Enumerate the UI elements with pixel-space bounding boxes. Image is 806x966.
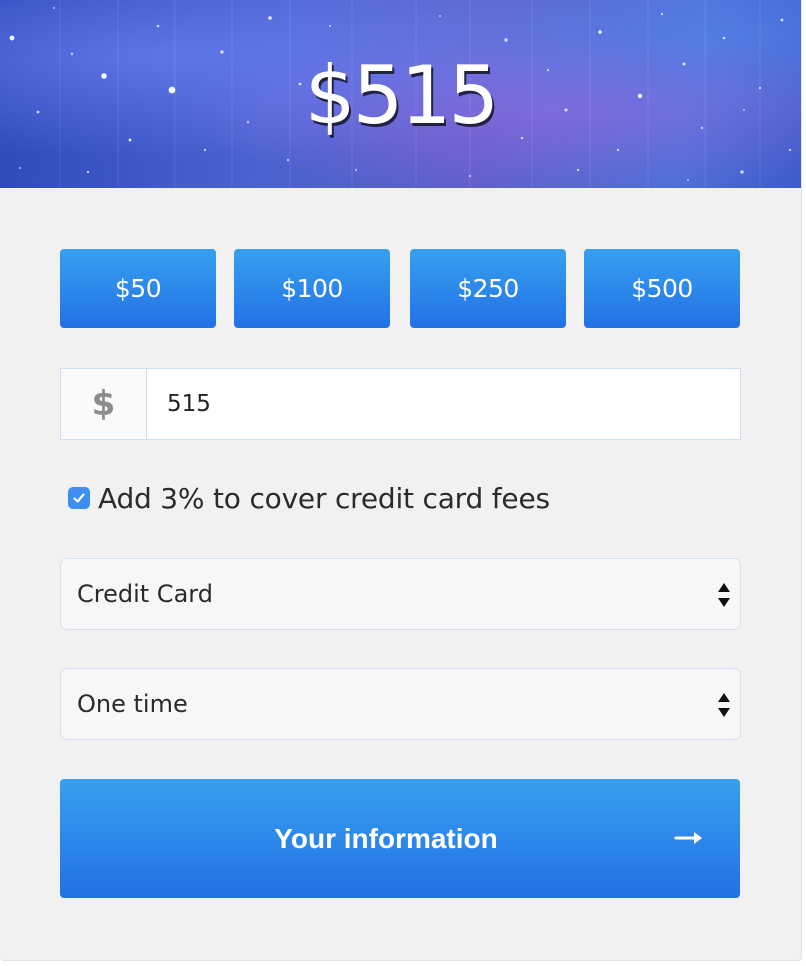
amount-field-group: $: [60, 368, 747, 440]
your-information-button[interactable]: Your information: [60, 779, 740, 898]
cover-fees-label: Add 3% to cover credit card fees: [98, 481, 550, 515]
preset-100-button[interactable]: $100: [234, 249, 390, 328]
donation-form: $515 $50 $100 $250 $500 $ Add 3% to cove…: [0, 0, 802, 961]
preset-50-button[interactable]: $50: [60, 249, 216, 328]
arrow-right-icon: [674, 832, 702, 844]
frequency-select[interactable]: One time: [60, 668, 741, 740]
your-information-label: Your information: [274, 823, 498, 854]
frequency-value: One time: [77, 690, 188, 718]
hero-banner: $515: [0, 0, 801, 188]
hero-amount: $515: [304, 49, 500, 142]
payment-method-select[interactable]: Credit Card: [60, 558, 741, 630]
payment-method-value: Credit Card: [77, 580, 213, 608]
currency-symbol: $: [61, 369, 147, 439]
cover-fees-option: Add 3% to cover credit card fees: [68, 478, 550, 518]
preset-250-button[interactable]: $250: [410, 249, 566, 328]
amount-input[interactable]: [147, 369, 747, 439]
checkmark-icon: [73, 493, 85, 503]
preset-500-button[interactable]: $500: [584, 249, 740, 328]
cover-fees-checkbox[interactable]: [68, 487, 90, 509]
select-arrows-icon: [718, 693, 730, 717]
select-arrows-icon: [718, 583, 730, 607]
